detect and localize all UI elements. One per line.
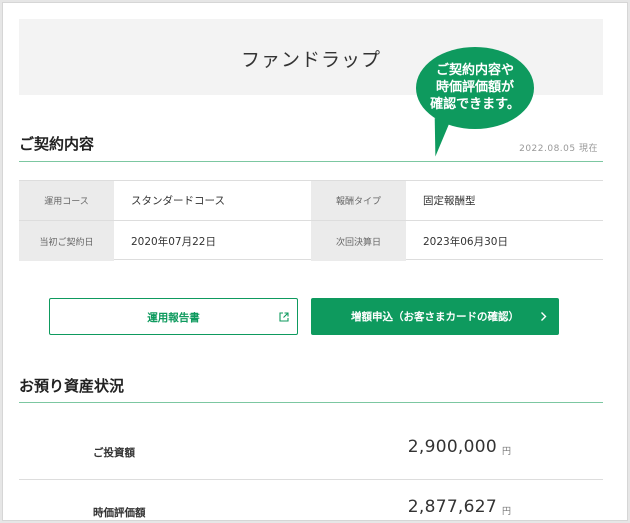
assets-section-title: お預り資産状況 (19, 377, 125, 395)
contract-row: 当初ご契約日 2020年07月22日 次回決算日 2023年06月30日 (19, 221, 603, 261)
contract-section-title: ご契約内容 (19, 135, 95, 153)
next-settlement-label: 次回決算日 (311, 221, 406, 261)
page-frame: ファンドラップ ご契約内容や 時価評価額が 確認できます。 ご契約内容 2022… (2, 2, 628, 521)
course-label: 運用コース (19, 181, 114, 220)
external-link-icon (279, 312, 289, 322)
asset-divider (19, 479, 603, 480)
chevron-right-icon (541, 312, 547, 321)
investment-unit: 円 (501, 447, 511, 457)
assets-section-rule (19, 402, 603, 403)
callout-line-3: 確認できます。 (430, 97, 520, 112)
increase-application-label: 増額申込（お客さまカードの確認） (351, 311, 519, 323)
report-button[interactable]: 運用報告書 (49, 298, 298, 335)
contract-table: 運用コース スタンダードコース 報酬タイプ 固定報酬型 当初ご契約日 2020年… (19, 180, 603, 261)
as-of-date: 2022.08.05 現在 (519, 144, 598, 154)
course-value: スタンダードコース (131, 195, 225, 207)
asset-row-market-value: 時価評価額 2,877,627 円 (19, 481, 603, 520)
increase-application-button[interactable]: 増額申込（お客さまカードの確認） (311, 298, 559, 335)
investment-amount: 2,900,000 (407, 437, 497, 457)
start-date-value: 2020年07月22日 (131, 235, 216, 248)
market-value-label: 時価評価額 (93, 507, 146, 519)
next-settlement-value: 2023年06月30日 (423, 235, 508, 248)
contract-section-rule (19, 161, 603, 162)
contract-row: 運用コース スタンダードコース 報酬タイプ 固定報酬型 (19, 181, 603, 221)
callout-line-2: 時価評価額が (435, 80, 514, 95)
callout-line-1: ご契約内容や (435, 63, 514, 78)
market-value-amount: 2,877,627 (407, 497, 497, 517)
callout-text: ご契約内容や 時価評価額が 確認できます。 (416, 62, 534, 113)
start-date-label: 当初ご契約日 (19, 221, 114, 261)
report-button-label: 運用報告書 (147, 312, 200, 324)
asset-row-investment: ご投資額 2,900,000 円 (19, 421, 603, 481)
market-value-unit: 円 (501, 507, 511, 517)
investment-label: ご投資額 (93, 447, 135, 459)
fee-type-label: 報酬タイプ (311, 181, 406, 220)
fee-type-value: 固定報酬型 (423, 195, 476, 207)
